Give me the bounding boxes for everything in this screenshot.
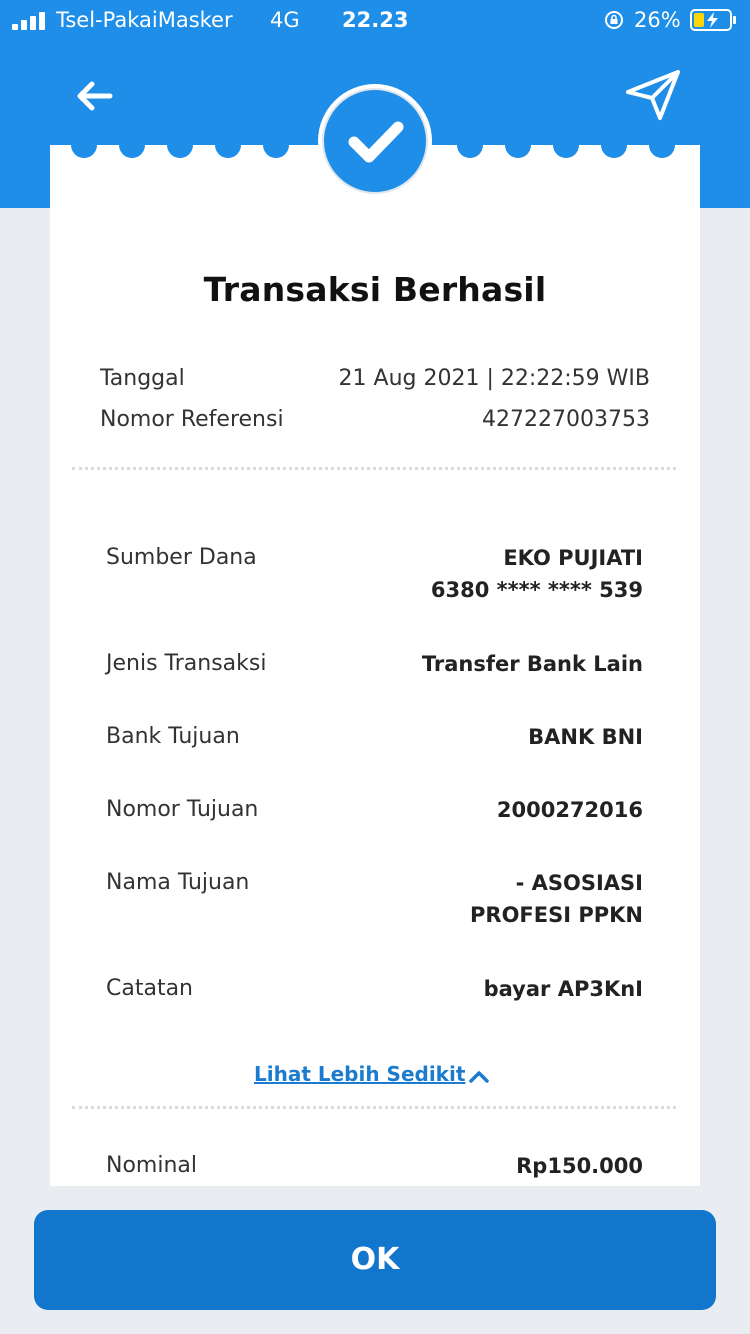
back-arrow-icon[interactable] — [72, 74, 116, 118]
show-less-link[interactable]: Lihat Lebih Sedikit — [254, 1062, 465, 1086]
destination-number-value: 2000272016 — [496, 798, 643, 822]
divider — [72, 1106, 676, 1109]
destination-name-line1: - ASOSIASI — [515, 871, 643, 895]
source-label: Sumber Dana — [106, 545, 257, 570]
note-label: Catatan — [106, 976, 194, 1001]
amount-value: Rp150.000 — [516, 1154, 643, 1178]
destination-name-label: Nama Tujuan — [106, 870, 250, 895]
divider — [72, 467, 676, 470]
source-name: EKO PUJIATI — [503, 546, 643, 570]
signal-icon — [12, 12, 48, 30]
share-send-icon[interactable] — [622, 66, 684, 124]
transaction-type-value: Transfer Bank Lain — [421, 652, 643, 676]
network-type: 4G — [270, 8, 300, 32]
reference-label: Nomor Referensi — [100, 407, 284, 432]
source-value: EKO PUJIATI 6380 **** **** 539 — [431, 542, 643, 606]
date-value: 21 Aug 2021 | 22:22:59 WIB — [338, 366, 650, 391]
destination-number-label: Nomor Tujuan — [106, 797, 259, 822]
chevron-up-icon[interactable] — [468, 1066, 490, 1086]
destination-name-line2: PROFESI PPKN — [470, 903, 643, 927]
success-check-icon — [318, 84, 432, 198]
status-bar: Tsel-PakaiMasker 4G 22.23 26% — [0, 0, 750, 42]
reference-value: 427227003753 — [482, 407, 650, 432]
source-account: 6380 **** **** 539 — [430, 578, 643, 602]
rotation-lock-icon — [605, 11, 623, 29]
destination-bank-value: BANK BNI — [528, 725, 643, 749]
carrier-name: Tsel-PakaiMasker — [56, 8, 233, 32]
date-label: Tanggal — [100, 366, 185, 391]
amount-label: Nominal — [106, 1153, 197, 1178]
destination-bank-label: Bank Tujuan — [106, 724, 240, 749]
destination-name-value: - ASOSIASI PROFESI PPKN — [470, 867, 643, 931]
ok-button[interactable]: OK — [34, 1210, 716, 1310]
battery-percent: 26% — [634, 8, 681, 32]
status-time: 22.23 — [342, 8, 409, 32]
battery-icon — [690, 9, 736, 31]
transaction-type-label: Jenis Transaksi — [106, 651, 267, 676]
page-title: Transaksi Berhasil — [203, 270, 547, 309]
note-value: bayar AP3KnI — [483, 977, 643, 1001]
